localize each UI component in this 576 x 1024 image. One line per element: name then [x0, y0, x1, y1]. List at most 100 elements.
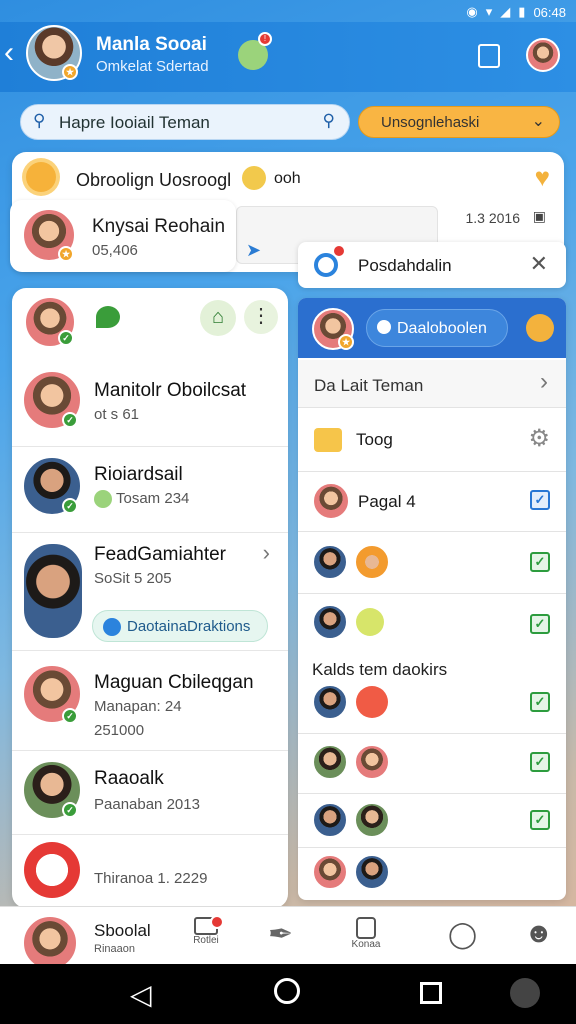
app-header: ‹ ★ Manla Sooai Omkelat Sdertad ! [0, 22, 576, 92]
verified-badge-icon: ✓ [62, 412, 78, 428]
header-user-avatar[interactable] [526, 38, 560, 72]
friend-row[interactable]: ✓ [298, 734, 566, 794]
heart-icon[interactable]: ♥ [535, 162, 550, 193]
contacts-icon [356, 917, 376, 939]
list-item-sub: SoSit 5 205 [94, 570, 172, 587]
list-item[interactable]: ✓ Maguan Cbileqgan Manapan: 24 251000 [12, 650, 288, 750]
contact-badge-icon: ★ [58, 246, 74, 262]
nav-profile-name[interactable]: Sboolal [94, 921, 151, 941]
list-item[interactable]: Thiranoa 1. 2229 [12, 834, 288, 908]
crown-icon [314, 428, 342, 452]
header-subtitle: Omkelat Sdertad [96, 58, 209, 75]
friend-row[interactable]: ✓ [298, 794, 566, 848]
gift-icon [356, 686, 388, 718]
list-item-sub-2: 251000 [94, 722, 145, 739]
nav-contacts[interactable]: Konaa [344, 917, 388, 950]
chat-bubble-icon [377, 320, 391, 334]
send-icon[interactable]: ➤ [246, 240, 261, 261]
bottom-nav: Sboolal Rinaaon Rotlei ✒ Konaa ◯ ☻ [0, 906, 576, 971]
friend-avatar [354, 802, 390, 838]
panel-badge-icon: ★ [338, 334, 354, 350]
leaf-icon[interactable] [96, 306, 120, 328]
home-circle-icon[interactable] [274, 978, 300, 1004]
back-triangle-icon[interactable]: ◁ [130, 978, 152, 1011]
mascot-avatar [24, 842, 80, 898]
alert-icon: ◉ [466, 4, 478, 19]
friend-checkbox[interactable]: ✓ [530, 552, 550, 572]
verified-badge-icon: ✓ [62, 498, 78, 514]
friend-avatar [354, 744, 390, 780]
list-item-sub: ot s 61 [94, 406, 140, 423]
back-icon[interactable]: ‹ [4, 36, 14, 70]
friend-row[interactable]: ✓ [298, 594, 566, 654]
friend-checkbox[interactable]: ✓ [530, 614, 550, 634]
friend-checkbox[interactable]: ✓ [530, 752, 550, 772]
home-icon-button[interactable]: ⌂ [200, 300, 236, 336]
chevron-right-icon[interactable]: › [263, 540, 270, 566]
friend-avatar [312, 802, 348, 838]
list-item[interactable]: ✓ Rioiardsail Tosam 234 [12, 446, 288, 532]
battery-icon: ▮ [518, 4, 526, 19]
friend-avatar [312, 854, 348, 890]
friend-avatar [312, 482, 350, 520]
see-all-label: Da Lait Teman [314, 376, 424, 395]
friend-row[interactable]: Pagal 4 ✓ [298, 472, 566, 532]
list-item-avatar [22, 542, 84, 640]
friend-row-label: Pagal 4 [358, 492, 416, 511]
list-item-name: Manitolr Oboilcsat [94, 380, 247, 401]
popup-badge [332, 244, 346, 258]
friend-checkbox[interactable]: ✓ [530, 692, 550, 712]
header-title: Manla Sooai [96, 34, 207, 55]
more-icon-button[interactable]: ⋮ [244, 300, 278, 334]
contact-list-panel: ✓ ⌂ ⋮ ✓ Manitolr Oboilcsat ot s 61 ✓ Rio… [12, 288, 288, 908]
see-all-friends-row[interactable]: Da Lait Teman › [298, 360, 566, 408]
list-item-name: Raaoalk [94, 768, 164, 789]
wifi-icon: ▾ [485, 4, 493, 19]
search-bar[interactable]: ⚲ Hapre Iooiail Teman ⚲ [20, 104, 350, 140]
nav-profile-sub: Rinaaon [94, 943, 135, 955]
search-submit-icon[interactable]: ⚲ [323, 111, 335, 131]
signal-icon: ◢ [500, 4, 511, 19]
friend-checkbox[interactable]: ✓ [530, 810, 550, 830]
list-item[interactable]: ✓ Raaoalk Paanaban 2013 [12, 750, 288, 834]
verified-badge-icon: ✓ [58, 330, 74, 346]
filter-dropdown[interactable]: Unsognlehaski ⌄ [358, 106, 560, 138]
list-item-name: Rioiardsail [94, 464, 183, 485]
document-icon[interactable] [478, 44, 500, 68]
list-item-sub: Manapan: 24 [94, 698, 182, 715]
recents-square-icon[interactable] [420, 982, 442, 1004]
list-item[interactable]: FeadGamiahter › SoSit 5 205 DaotainaDrak… [12, 532, 288, 650]
friend-row[interactable] [298, 848, 566, 900]
friend-checkbox[interactable]: ✓ [530, 490, 550, 510]
emoji-icon [356, 608, 384, 636]
list-item-sub: Paanaban 2013 [94, 796, 200, 813]
pen-icon[interactable]: ✒ [268, 917, 293, 952]
contact-chip[interactable]: ★ Knysai Reohain 05,406 [10, 200, 236, 272]
friend-row[interactable]: Toog ⚙ [298, 410, 566, 472]
mascot-icon[interactable] [526, 314, 554, 342]
popup-bar[interactable]: Posdahdalin ✕ [298, 242, 566, 288]
search-input[interactable]: Hapre Iooiail Teman [59, 113, 210, 133]
chat-card-title: Obroolign Uosroogl [76, 170, 232, 190]
assistant-icon[interactable] [510, 978, 540, 1008]
friend-avatar [354, 544, 390, 580]
chat-bubble-icon [103, 618, 121, 636]
tag-chip[interactable]: DaotainaDraktions [92, 610, 268, 642]
list-item-name: Maguan Cbileqgan [94, 672, 254, 693]
nav-profile-avatar[interactable] [22, 915, 78, 971]
sun-icon [26, 162, 56, 192]
list-item-name: FeadGamiahter [94, 544, 227, 565]
chat-icon[interactable]: ◯ [448, 919, 477, 950]
nav-messages-label: Rotlei [193, 935, 219, 946]
smile-icon [94, 490, 112, 508]
friend-row[interactable]: ✓ [298, 678, 566, 734]
profile-icon[interactable]: ☻ [524, 917, 553, 949]
list-item[interactable]: ✓ Manitolr Oboilcsat ot s 61 [12, 360, 288, 446]
verified-badge-icon: ✓ [62, 802, 78, 818]
close-icon[interactable]: ✕ [530, 251, 548, 277]
friend-avatar [312, 544, 348, 580]
chat-time: 1.3 2016 [465, 210, 521, 226]
friend-row[interactable]: ✓ [298, 532, 566, 594]
panel-action-button[interactable]: Daaloboolen [366, 309, 508, 347]
settings-icon[interactable]: ⚙ [528, 424, 550, 453]
